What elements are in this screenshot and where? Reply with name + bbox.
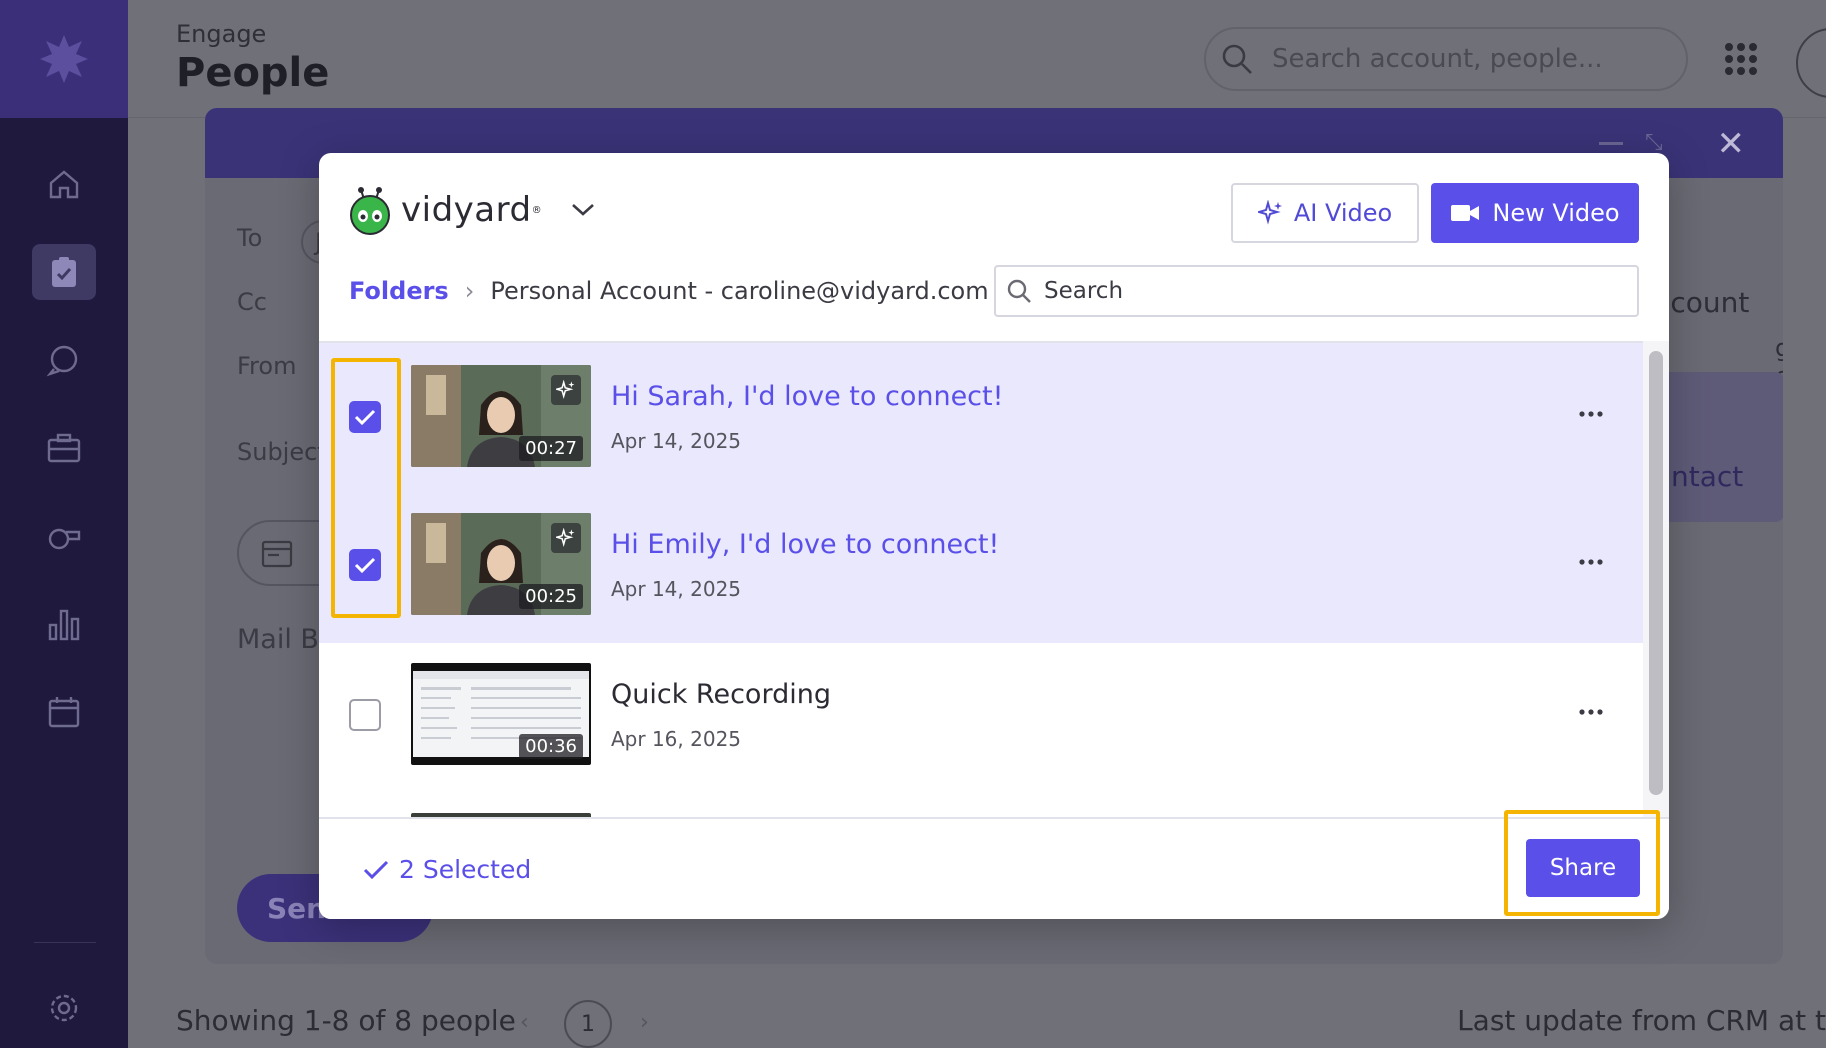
briefcase-icon xyxy=(47,433,81,463)
bar-chart-icon xyxy=(48,609,80,641)
video-search-input[interactable] xyxy=(1044,278,1604,304)
ai-video-button[interactable]: AI Video xyxy=(1231,183,1419,243)
search-icon xyxy=(1222,44,1252,74)
search-icon xyxy=(1007,279,1031,303)
video-thumbnail[interactable]: 00:27 xyxy=(411,365,591,467)
ai-generated-icon xyxy=(551,375,581,405)
checkmark-icon xyxy=(354,409,376,426)
video-row[interactable]: 00:36 Quick Recording Apr 16, 2025 xyxy=(319,643,1643,793)
home-icon xyxy=(49,170,79,199)
video-search-field[interactable] xyxy=(994,265,1639,317)
chevron-down-icon[interactable] xyxy=(570,202,596,218)
video-row[interactable]: 00:25 Hi Emily, I'd love to connect! Apr… xyxy=(319,493,1643,643)
video-duration: 00:25 xyxy=(519,584,583,609)
crm-update-status: Last update from CRM at t xyxy=(1457,1004,1826,1037)
starburst-logo-icon xyxy=(40,35,88,83)
chevron-right-icon: › xyxy=(464,277,475,305)
breadcrumb-folders-link[interactable]: Folders xyxy=(349,277,449,305)
selected-count[interactable]: 2 Selected xyxy=(363,855,531,884)
video-thumbnail[interactable]: 00:36 xyxy=(411,663,591,765)
selected-count-label: 2 Selected xyxy=(399,855,532,884)
nav-coaching[interactable] xyxy=(32,508,96,564)
more-options-icon[interactable] xyxy=(1571,697,1611,727)
vidyard-brand[interactable]: vidyard ® xyxy=(347,185,596,235)
app-sidebar xyxy=(0,0,128,1048)
cc-label: Cc xyxy=(237,288,267,316)
people-count: Showing 1-8 of 8 people xyxy=(176,1004,516,1037)
ai-video-label: AI Video xyxy=(1293,199,1393,227)
video-title[interactable]: Hi Emily, I'd love to connect! xyxy=(611,529,999,560)
side-contact-label: ntact xyxy=(1671,460,1744,493)
folder-breadcrumb: Folders › Personal Account - caroline@vi… xyxy=(349,277,989,305)
from-label: From xyxy=(237,352,297,380)
checkmark-icon xyxy=(363,860,389,879)
vidyard-wordmark: vidyard xyxy=(401,190,532,230)
whistle-icon xyxy=(48,528,81,550)
video-title[interactable]: Quick Recording xyxy=(611,679,831,710)
video-checkbox[interactable] xyxy=(349,401,381,433)
video-duration: 00:36 xyxy=(519,734,583,759)
video-list[interactable]: 00:27 Hi Sarah, I'd love to connect! Apr… xyxy=(319,341,1643,817)
video-camera-icon xyxy=(1451,205,1480,221)
modal-footer: 2 Selected Share xyxy=(319,817,1669,919)
video-checkbox[interactable] xyxy=(349,549,381,581)
video-thumbnail[interactable]: 00:25 xyxy=(411,513,591,615)
nav-conversations[interactable] xyxy=(32,332,96,388)
video-title[interactable]: Hi Sarah, I'd love to connect! xyxy=(611,381,1003,412)
sparkle-icon xyxy=(1257,200,1282,225)
section-label: Engage xyxy=(176,20,267,48)
video-checkbox[interactable] xyxy=(349,699,381,731)
app-header: Engage People Search account, people... xyxy=(128,0,1826,118)
nav-analytics[interactable] xyxy=(32,596,96,652)
to-label: To xyxy=(237,224,263,252)
sidebar-divider xyxy=(34,942,96,943)
mail-body-label: Mail B xyxy=(237,624,319,655)
video-date: Apr 14, 2025 xyxy=(611,577,742,601)
share-button[interactable]: Share xyxy=(1526,839,1640,897)
video-date: Apr 16, 2025 xyxy=(611,727,742,751)
ai-generated-icon xyxy=(551,523,581,553)
video-duration: 00:27 xyxy=(519,436,583,461)
app-grid-icon[interactable] xyxy=(1724,42,1758,76)
pager-page-1[interactable]: 1 xyxy=(564,1000,612,1048)
help-icon[interactable] xyxy=(1796,28,1826,98)
new-video-label: New Video xyxy=(1492,199,1620,227)
nav-tasks[interactable] xyxy=(32,244,96,300)
app-search-field[interactable]: Search account, people... xyxy=(1204,27,1688,91)
calendar-icon xyxy=(48,697,80,728)
video-row[interactable]: 00:27 Hi Sarah, I'd love to connect! Apr… xyxy=(319,343,1643,493)
template-icon xyxy=(261,540,293,568)
nav-deals[interactable] xyxy=(32,420,96,476)
vidyard-robot-logo-icon xyxy=(350,187,390,235)
app-search-placeholder: Search account, people... xyxy=(1272,44,1603,74)
page-title: People xyxy=(176,50,330,96)
chat-bubbles-icon xyxy=(46,345,78,377)
clipboard-check-icon xyxy=(52,257,76,287)
more-options-icon[interactable] xyxy=(1571,547,1611,577)
scrollbar-thumb[interactable] xyxy=(1649,351,1663,795)
close-icon[interactable]: ✕ xyxy=(1717,124,1746,164)
video-date: Apr 14, 2025 xyxy=(611,429,742,453)
nav-settings[interactable] xyxy=(32,980,96,1036)
registered-mark: ® xyxy=(531,204,542,216)
collapse-icon[interactable]: ⤡ xyxy=(1645,130,1669,155)
nav-calendar[interactable] xyxy=(32,684,96,740)
pager-next-icon[interactable]: › xyxy=(640,1010,649,1035)
breadcrumb-current-folder: Personal Account - caroline@vidyard.com xyxy=(490,277,989,305)
pager-prev-icon[interactable]: ‹ xyxy=(520,1010,529,1035)
vidyard-modal: vidyard ® AI Video New Video Folders › P… xyxy=(319,153,1669,919)
checkmark-icon xyxy=(354,557,376,574)
side-account-label: ccount xyxy=(1655,286,1750,319)
app-logo[interactable] xyxy=(0,0,128,118)
new-video-button[interactable]: New Video xyxy=(1431,183,1639,243)
subject-label: Subject xyxy=(237,438,327,466)
nav-home[interactable] xyxy=(32,156,96,212)
minimize-icon[interactable] xyxy=(1599,142,1623,145)
more-options-icon[interactable] xyxy=(1571,399,1611,429)
gear-icon xyxy=(50,994,78,1022)
video-row[interactable] xyxy=(319,793,1643,817)
